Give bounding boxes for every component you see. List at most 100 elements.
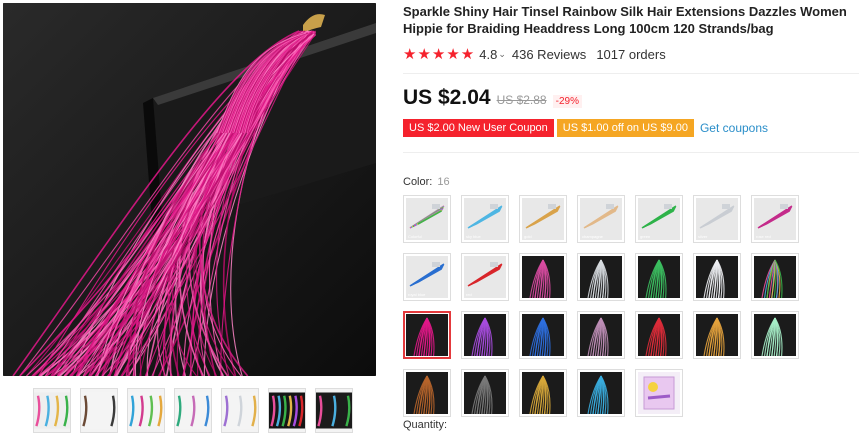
swatch-image: green <box>638 198 680 240</box>
thumbnail-strip <box>33 388 353 434</box>
color-swatch-17[interactable] <box>519 311 567 359</box>
product-info-panel: Sparkle Shiny Hair Tinsel Rainbow Silk H… <box>403 3 859 417</box>
thumbnail-4[interactable] <box>174 388 212 433</box>
color-swatch-1[interactable]: Colorful <box>403 195 451 243</box>
color-label-text: Color: <box>403 176 433 188</box>
color-swatch-16[interactable] <box>461 311 509 359</box>
color-swatch-4[interactable]: champagne <box>577 195 625 243</box>
swatch-image <box>464 314 506 356</box>
swatch-image: Colorful <box>406 198 448 240</box>
swatch-image: champagne <box>580 198 622 240</box>
color-swatch-10[interactable] <box>519 253 567 301</box>
star-rating-icon: ★★★★★ <box>403 46 476 63</box>
swatch-image: silver <box>696 198 738 240</box>
chevron-down-icon[interactable]: ⌄ <box>498 49 506 60</box>
color-count: 16 <box>437 176 450 188</box>
swatch-caption: champagne <box>582 234 603 239</box>
main-product-image[interactable] <box>3 3 376 376</box>
color-swatch-14[interactable] <box>751 253 799 301</box>
new-user-coupon[interactable]: US $2.00 New User Coupon <box>403 119 554 137</box>
swatch-image: gold <box>522 198 564 240</box>
color-swatch-15[interactable] <box>403 311 451 359</box>
color-swatch-25[interactable] <box>577 369 625 417</box>
swatch-image <box>406 372 448 414</box>
swatch-image <box>638 256 680 298</box>
swatch-image: red <box>464 256 506 298</box>
rating-score[interactable]: 4.8 <box>479 47 497 62</box>
swatch-image <box>580 256 622 298</box>
swatch-image: rose red <box>754 198 796 240</box>
thumbnail-image <box>175 392 211 429</box>
color-swatch-24[interactable] <box>519 369 567 417</box>
color-swatch-3[interactable]: gold <box>519 195 567 243</box>
swatch-caption: rose red <box>756 234 771 239</box>
swatch-image <box>696 314 738 356</box>
color-swatch-23[interactable] <box>461 369 509 417</box>
original-price: US $2.88 <box>496 93 547 107</box>
thumbnail-7[interactable] <box>315 388 353 433</box>
thumbnail-image <box>222 392 258 429</box>
swatch-image <box>522 372 564 414</box>
color-label: Color: 16 <box>403 176 859 188</box>
swatch-caption: gold <box>524 234 532 239</box>
swatch-caption: green <box>640 234 651 239</box>
swatch-image <box>754 256 796 298</box>
color-swatch-9[interactable]: red <box>461 253 509 301</box>
reviews-count[interactable]: 436 Reviews <box>512 47 586 62</box>
thumbnail-1[interactable] <box>33 388 71 433</box>
color-swatch-13[interactable] <box>693 253 741 301</box>
color-swatch-8[interactable]: royal blue <box>403 253 451 301</box>
thumbnail-image <box>34 392 70 429</box>
thumbnail-3[interactable] <box>127 388 165 433</box>
thumbnail-image <box>128 392 164 429</box>
swatch-image <box>580 314 622 356</box>
hair-tinsel-photo <box>3 3 376 376</box>
store-coupon[interactable]: US $1.00 off on US $9.00 <box>556 119 694 137</box>
divider <box>403 152 859 153</box>
swatch-image: royal blue <box>406 256 448 298</box>
color-swatch-6[interactable]: silver <box>693 195 741 243</box>
current-price: US $2.04 <box>403 86 491 109</box>
orders-count: 1017 orders <box>596 46 666 62</box>
divider <box>403 73 859 74</box>
color-swatch-2[interactable]: sky blue <box>461 195 509 243</box>
thumbnail-2[interactable] <box>80 388 118 433</box>
swatch-caption: sky blue <box>466 234 481 239</box>
swatch-caption: red <box>466 292 472 297</box>
swatch-image <box>696 256 738 298</box>
swatch-image <box>638 372 680 414</box>
discount-badge: -29% <box>552 95 582 108</box>
swatch-image <box>522 314 564 356</box>
thumbnail-6[interactable] <box>268 388 306 433</box>
swatch-caption: Colorful <box>408 234 422 239</box>
color-swatch-grid: Colorful sky blue gold champagne green silver… <box>403 195 859 417</box>
swatch-caption: royal blue <box>408 292 426 297</box>
color-swatch-11[interactable] <box>577 253 625 301</box>
get-coupons-link[interactable]: Get coupons <box>700 121 768 135</box>
color-swatch-21[interactable] <box>751 311 799 359</box>
swatch-image: sky blue <box>464 198 506 240</box>
color-swatch-19[interactable] <box>635 311 683 359</box>
swatch-image <box>754 314 796 356</box>
coupon-row: US $2.00 New User Coupon US $1.00 off on… <box>403 118 859 138</box>
color-swatch-7[interactable]: rose red <box>751 195 799 243</box>
color-swatch-22[interactable] <box>403 369 451 417</box>
thumbnail-image <box>269 392 305 429</box>
color-swatch-20[interactable] <box>693 311 741 359</box>
swatch-image <box>580 372 622 414</box>
swatch-caption: silver <box>698 234 708 239</box>
swatch-image <box>464 372 506 414</box>
swatch-image <box>638 314 680 356</box>
thumbnail-image <box>316 392 352 429</box>
color-swatch-12[interactable] <box>635 253 683 301</box>
thumbnail-5[interactable] <box>221 388 259 433</box>
price-row: US $2.04 US $2.88 -29% <box>403 86 859 112</box>
color-swatch-26[interactable] <box>635 369 683 417</box>
quantity-label: Quantity: <box>403 419 448 431</box>
rating-row: ★★★★★ 4.8 ⌄ 436 Reviews 1017 orders <box>403 45 859 63</box>
color-swatch-5[interactable]: green <box>635 195 683 243</box>
thumbnail-image <box>81 392 117 429</box>
color-swatch-18[interactable] <box>577 311 625 359</box>
swatch-image <box>406 314 448 356</box>
product-title: Sparkle Shiny Hair Tinsel Rainbow Silk H… <box>403 4 847 36</box>
